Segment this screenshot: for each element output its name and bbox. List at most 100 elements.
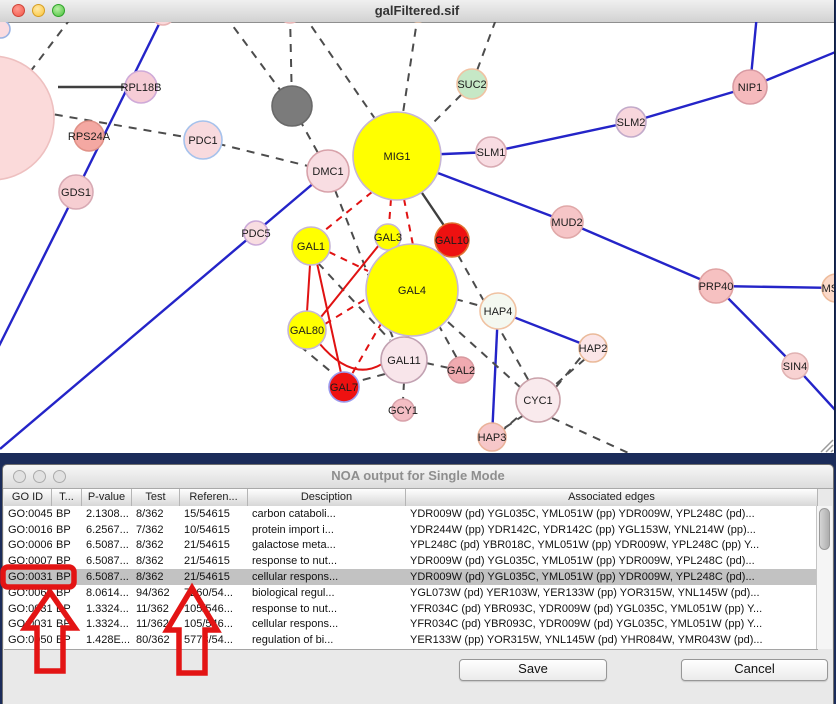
table-cell: 80/362: [132, 634, 180, 646]
table-cell: 2.1308...: [82, 508, 132, 520]
table-cell: GO:0065...: [4, 587, 52, 599]
node-label: GDS1: [61, 187, 91, 199]
node-label: SIN4: [783, 361, 807, 373]
table-cell: BP: [52, 587, 82, 599]
graph-window: galFiltered.sif RPL18BRPS24AGDS1PDC1DMC1…: [0, 0, 835, 453]
table-cell: 7/362: [132, 524, 180, 536]
table-cell: 8/362: [132, 555, 180, 567]
table-cell: 8/362: [132, 571, 180, 583]
table-row[interactable]: GO:0016...BP6.2567...7/36210/54615protei…: [4, 522, 818, 538]
table-cell: response to nut...: [248, 555, 406, 567]
node-label: DMC1: [312, 166, 343, 178]
node-label: GAL11: [387, 355, 420, 367]
table-cell: BP: [52, 571, 82, 583]
node-label: RPS24A: [68, 131, 111, 143]
table-cell: YFR034C (pd) YBR093C, YDR009W (pd) YGL03…: [406, 603, 818, 615]
vertical-scrollbar[interactable]: [816, 506, 832, 649]
table-cell: 21/54615: [180, 571, 248, 583]
network-canvas[interactable]: RPL18BRPS24AGDS1PDC1DMC1MIG1SUC2SLM1SLM2…: [0, 22, 834, 453]
table-cell: 105/546...: [180, 618, 248, 630]
node-label: PDC1: [188, 135, 217, 147]
noa-output-window: NOA output for Single Mode GO IDT...P-va…: [2, 464, 834, 704]
node-label: SLM2: [617, 117, 646, 129]
column-header[interactable]: Associated edges: [406, 489, 818, 506]
table-cell: BP: [52, 524, 82, 536]
table-cell: 6.5087...: [82, 555, 132, 567]
column-header[interactable]: Referen...: [180, 489, 248, 506]
table-cell: 21/54615: [180, 555, 248, 567]
node-unlabeled[interactable]: [279, 22, 301, 23]
table-cell: 1.428E...: [82, 634, 132, 646]
table-cell: 1.3324...: [82, 603, 132, 615]
table-cell: 7260/54...: [180, 587, 248, 599]
node-label: GAL1: [297, 241, 325, 253]
table-cell: 6.2567...: [82, 524, 132, 536]
node-label: NIP1: [738, 82, 762, 94]
cancel-button[interactable]: Cancel: [681, 659, 828, 681]
table-row[interactable]: GO:0031...BP1.3324...11/362105/546...res…: [4, 601, 818, 617]
table-cell: 21/54615: [180, 539, 248, 551]
node-label: GAL4: [398, 285, 426, 297]
table-cell: YDR009W (pd) YGL035C, YML051W (pp) YDR00…: [406, 571, 818, 583]
node-label: GAL10: [435, 235, 469, 247]
column-header[interactable]: Test: [132, 489, 180, 506]
table-header-row: GO IDT...P-valueTestReferen...Desciption…: [4, 489, 818, 507]
column-header[interactable]: GO ID: [4, 489, 52, 506]
column-header[interactable]: T...: [52, 489, 82, 506]
table-cell: YER133W (pp) YOR315W, YNL145W (pd) YHR08…: [406, 634, 818, 646]
node-unlabeled[interactable]: [272, 86, 312, 126]
table-cell: YDR244W (pp) YDR142C, YDR142C (pp) YGL15…: [406, 524, 818, 536]
column-header[interactable]: P-value: [82, 489, 132, 506]
table-cell: BP: [52, 634, 82, 646]
node-label: MUD2: [551, 217, 582, 229]
resize-grip-icon[interactable]: [821, 440, 833, 452]
column-header[interactable]: Desciption: [248, 489, 406, 506]
table-row[interactable]: GO:0065...BP8.0614...94/3627260/54...bio…: [4, 585, 818, 601]
node-unlabeled[interactable]: [0, 22, 10, 38]
table-cell: BP: [52, 539, 82, 551]
table-cell: regulation of bi...: [248, 634, 406, 646]
table-row[interactable]: GO:0007...BP6.5087...8/36221/54615respon…: [4, 553, 818, 569]
table-cell: 11/362: [132, 603, 180, 615]
table-cell: YPL248C (pd) YBR018C, YML051W (pp) YDR00…: [406, 539, 818, 551]
table-cell: 94/362: [132, 587, 180, 599]
table-row[interactable]: GO:0031...BP6.5087...8/36221/54615cellul…: [4, 569, 818, 585]
table-cell: GO:0031...: [4, 618, 52, 630]
table-row[interactable]: GO:0045...BP2.1308...8/36215/54615carbon…: [4, 506, 818, 522]
table-cell: YFR034C (pd) YBR093C, YDR009W (pd) YGL03…: [406, 618, 818, 630]
node-label: CYC1: [523, 395, 552, 407]
scrollbar-thumb[interactable]: [819, 508, 830, 550]
table-cell: 10/54615: [180, 524, 248, 536]
node-label: SLM1: [477, 147, 506, 159]
node-label: HAP4: [484, 306, 513, 318]
table-cell: BP: [52, 603, 82, 615]
graph-window-title: galFiltered.sif: [0, 3, 834, 18]
table-cell: GO:0007...: [4, 555, 52, 567]
table-row[interactable]: GO:0006...BP6.5087...8/36221/54615galact…: [4, 538, 818, 554]
table-row[interactable]: GO:0031...BP1.3324...11/362105/546...cel…: [4, 617, 818, 633]
noa-window-title: NOA output for Single Mode: [3, 468, 833, 483]
node-label: GAL2: [447, 365, 475, 377]
table-cell: 1.3324...: [82, 618, 132, 630]
table-cell: carbon cataboli...: [248, 508, 406, 520]
table-cell: GO:0016...: [4, 524, 52, 536]
table-row[interactable]: GO:0050...BP1.428E...80/3625778/54...reg…: [4, 632, 818, 648]
node-label: PDC5: [241, 228, 270, 240]
node-unlabeled[interactable]: [0, 56, 54, 180]
node-label: GCY1: [388, 405, 418, 417]
table-cell: GO:0045...: [4, 508, 52, 520]
table-cell: 8.0614...: [82, 587, 132, 599]
node-unlabeled[interactable]: [152, 22, 174, 25]
table-cell: biological regul...: [248, 587, 406, 599]
table-cell: cellular respons...: [248, 571, 406, 583]
table-cell: 8/362: [132, 539, 180, 551]
table-cell: YDR009W (pd) YGL035C, YML051W (pp) YDR00…: [406, 555, 818, 567]
table-cell: 6.5087...: [82, 539, 132, 551]
node-label: HAP3: [478, 432, 507, 444]
table-cell: 11/362: [132, 618, 180, 630]
table-cell: 8/362: [132, 508, 180, 520]
node-label: GAL3: [374, 232, 402, 244]
save-button[interactable]: Save: [459, 659, 607, 681]
graph-window-titlebar[interactable]: galFiltered.sif: [0, 0, 834, 23]
noa-window-titlebar[interactable]: NOA output for Single Mode: [3, 465, 833, 489]
